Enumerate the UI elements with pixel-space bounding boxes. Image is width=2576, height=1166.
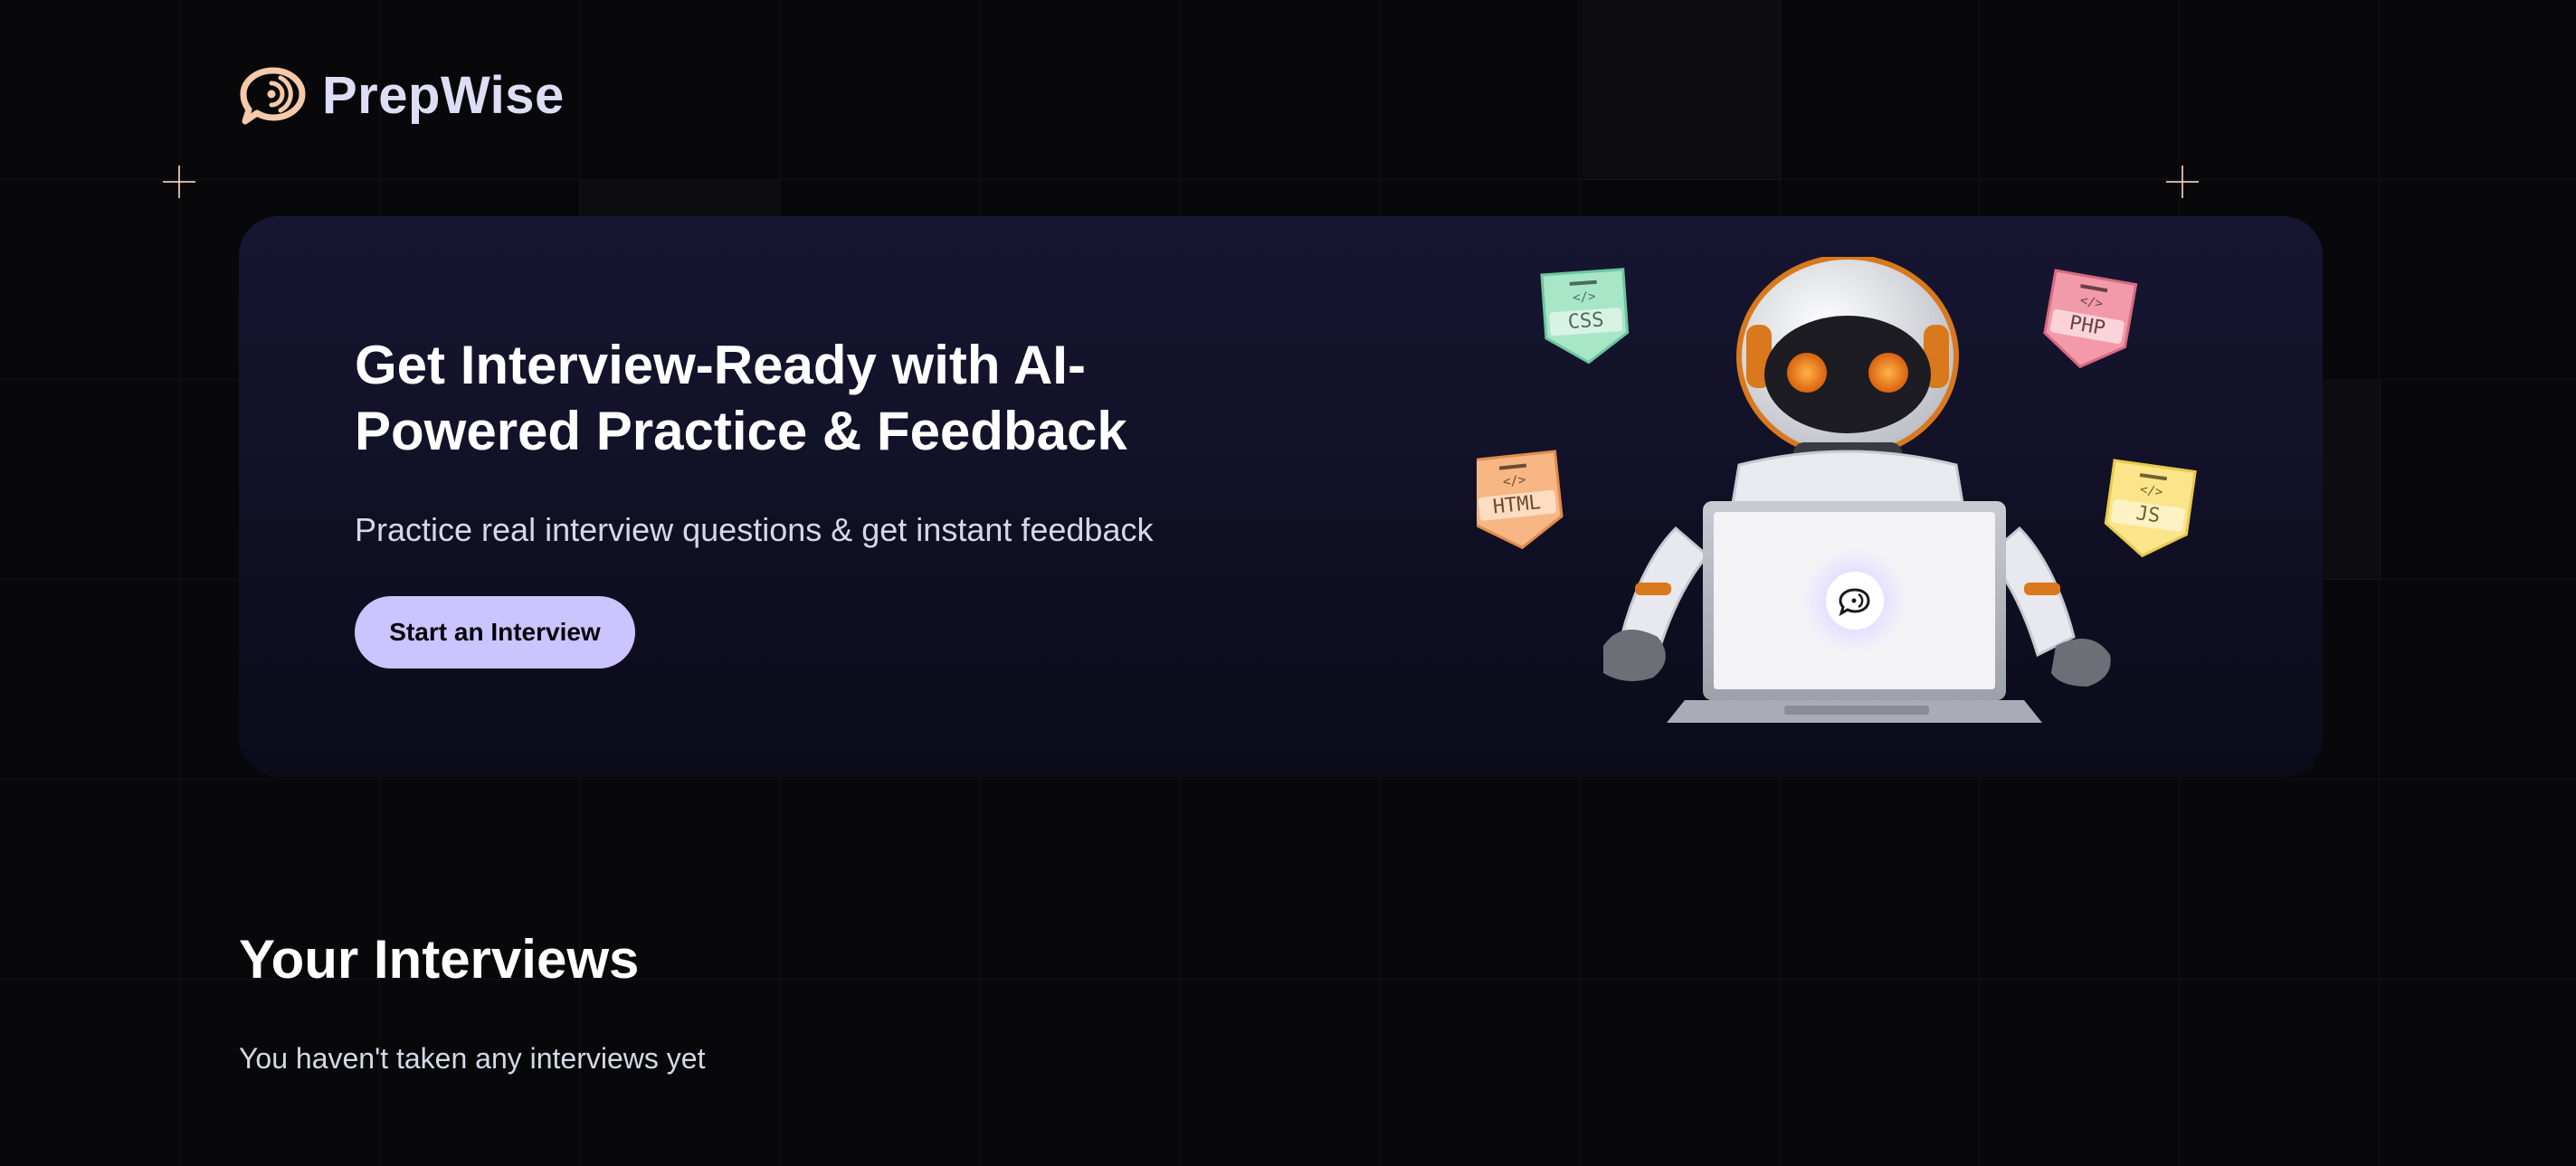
hero-title: Get Interview-Ready with AI-Powered Prac…	[355, 335, 1127, 461]
laptop-icon	[1667, 501, 2042, 723]
chat-bubble-logo-icon	[240, 67, 306, 124]
svg-text:</>: </>	[1502, 473, 1526, 490]
grid-highlight-cell	[1582, 0, 1782, 180]
hero-card: Get Interview-Ready with AI-Powered Prac…	[239, 216, 2323, 777]
sparkle-icon	[163, 166, 195, 198]
hero-content: Get Interview-Ready with AI-Powered Prac…	[355, 332, 1305, 668]
php-tag-icon: </> PHP	[2043, 269, 2138, 369]
brand-name: PrepWise	[322, 66, 565, 125]
svg-text:CSS: CSS	[1567, 308, 1604, 334]
start-interview-button[interactable]: Start an Interview	[355, 596, 635, 668]
brand-logo[interactable]: PrepWise	[239, 65, 565, 126]
css-tag-icon: </> CSS	[1540, 268, 1630, 365]
svg-text:</>: </>	[1573, 289, 1596, 306]
interviews-heading: Your Interviews	[239, 929, 640, 990]
empty-state-message: You haven't taken any interviews yet	[239, 1042, 706, 1075]
sparkle-icon	[2166, 166, 2199, 198]
svg-text:JS: JS	[2134, 502, 2162, 527]
robot-head	[1736, 257, 1959, 469]
robot-laptop-illustration: </> CSS </> PHP </> HTML </> JS	[1477, 257, 2197, 723]
js-tag-icon: </> JS	[2104, 459, 2197, 558]
html-tag-icon: </> HTML	[1477, 450, 1564, 550]
hero-subtitle: Practice real interview questions & get …	[355, 511, 1154, 548]
